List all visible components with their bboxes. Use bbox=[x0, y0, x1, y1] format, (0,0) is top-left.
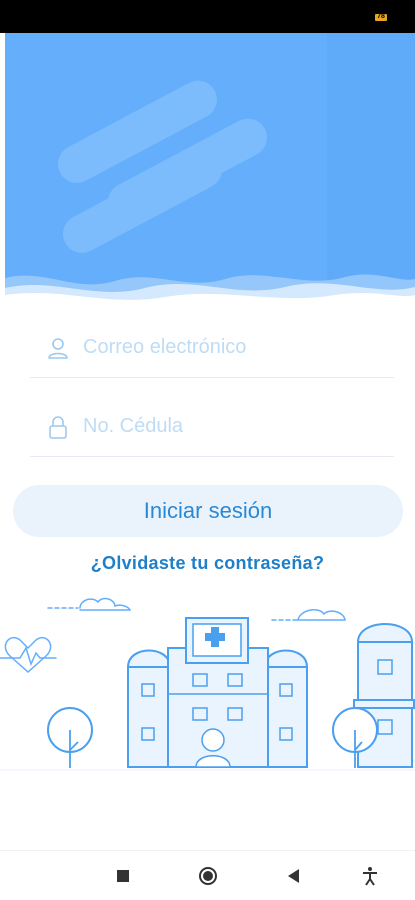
app-logo-illustration bbox=[5, 33, 415, 323]
recents-square-icon[interactable] bbox=[112, 865, 134, 887]
lock-icon bbox=[49, 416, 67, 439]
hospital-illustration bbox=[0, 597, 415, 771]
system-navigation-bar bbox=[0, 850, 415, 900]
accessibility-icon[interactable] bbox=[359, 865, 381, 887]
battery-label: 78 bbox=[377, 13, 385, 20]
forgot-password-link[interactable]: ¿Olvidaste tu contraseña? bbox=[0, 553, 415, 574]
email-input[interactable] bbox=[83, 330, 383, 364]
home-circle-icon[interactable] bbox=[197, 865, 219, 887]
cedula-field[interactable] bbox=[30, 397, 394, 457]
back-triangle-icon[interactable] bbox=[283, 865, 305, 887]
login-button[interactable]: Iniciar sesión bbox=[13, 485, 403, 537]
email-field[interactable] bbox=[30, 318, 394, 378]
status-bar: 78 bbox=[0, 0, 415, 33]
user-icon bbox=[48, 338, 68, 359]
header-banner bbox=[5, 33, 415, 323]
cedula-input[interactable] bbox=[83, 409, 383, 443]
